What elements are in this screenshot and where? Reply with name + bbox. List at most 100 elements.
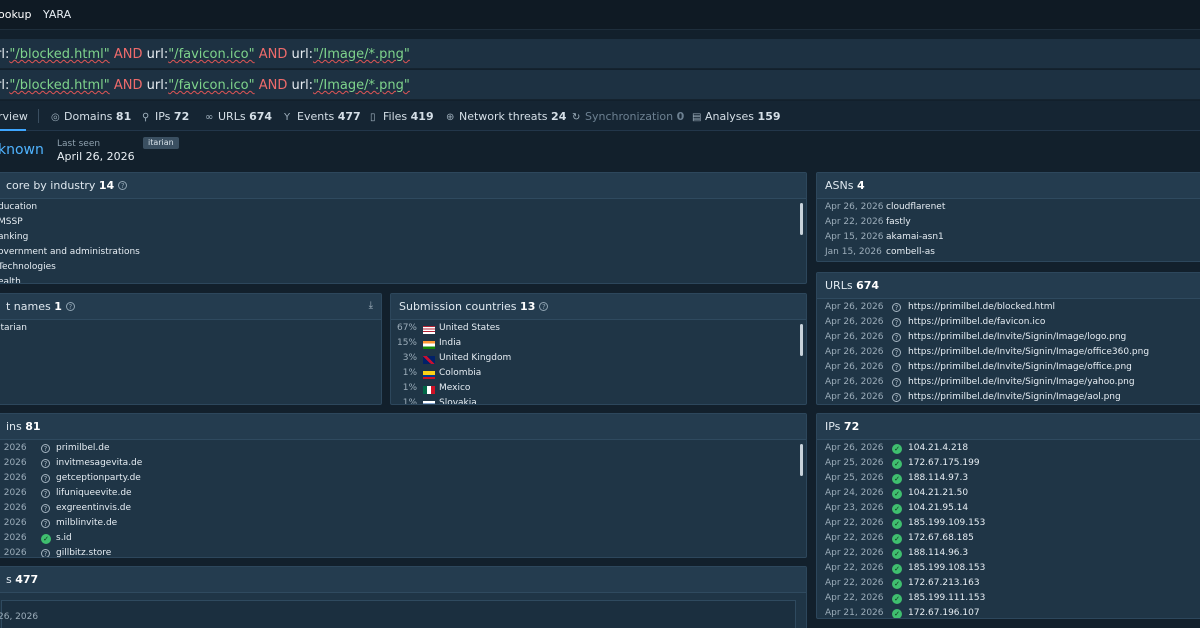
domains-count: 81 bbox=[25, 420, 41, 433]
unknown-status-icon: ? bbox=[41, 459, 50, 468]
names-title: t names bbox=[6, 300, 51, 313]
tab-analyses-label: Analyses bbox=[705, 110, 755, 123]
country-percent: 1% bbox=[402, 398, 417, 405]
events-count: 477 bbox=[15, 573, 39, 586]
query-value: "/blocked.html" bbox=[9, 78, 110, 93]
events-list: 26, 2026 bbox=[0, 594, 806, 628]
tab-overview-label: rview bbox=[0, 110, 28, 123]
urls-panel: URLs 674 Apr 26, 2026? https://primilbel.… bbox=[816, 272, 1200, 405]
tab-files[interactable]: ▯ Files 419 bbox=[370, 110, 434, 123]
query-field: "/favicon.ico" bbox=[168, 78, 255, 93]
url-value: https://primilbel.de/Invite/Signin/Image… bbox=[908, 362, 1132, 372]
domain-date: , 2026 bbox=[0, 503, 27, 513]
event-date: 26, 2026 bbox=[0, 612, 39, 622]
tab-lookup[interactable]: ookup bbox=[0, 8, 31, 21]
tab-ips[interactable]: ⚲ IPs 72 bbox=[142, 110, 189, 123]
domain-date: , 2026 bbox=[0, 548, 27, 558]
countries-title: Submission countries bbox=[399, 300, 517, 313]
industry-name: ealth bbox=[0, 277, 21, 284]
asns-title: ASNs bbox=[825, 179, 854, 192]
download-icon[interactable]: ⤓ bbox=[369, 300, 373, 311]
unknown-status-icon: ? bbox=[41, 444, 50, 453]
tab-overview[interactable]: rview bbox=[0, 110, 28, 123]
check-icon: ✓ bbox=[892, 579, 902, 589]
country-percent: 1% bbox=[402, 383, 417, 393]
query-text[interactable]: rl:"/blocked.html" AND url:"/favicon.ico… bbox=[0, 47, 410, 62]
tab-ips-count: 72 bbox=[173, 110, 190, 123]
asn-name: akamai-asn1 bbox=[886, 232, 944, 242]
industry-name: MSSP bbox=[0, 217, 23, 227]
country-name: Slovakia bbox=[439, 398, 477, 405]
asn-date: Apr 15, 2026 bbox=[825, 232, 884, 242]
ips-count: 72 bbox=[843, 420, 860, 433]
industry-name: Technologies bbox=[0, 262, 56, 272]
tab-yara[interactable]: YARA bbox=[43, 8, 71, 21]
ip-address: 188.114.96.3 bbox=[908, 548, 969, 558]
url-value: https://primilbel.de/Invite/Signin/Image… bbox=[908, 377, 1135, 387]
tab-analyses[interactable]: ▤ Analyses 159 bbox=[692, 110, 781, 123]
check-icon: ✓ bbox=[892, 609, 902, 618]
ip-address: 172.67.196.107 bbox=[908, 608, 980, 618]
ip-date: Apr 22, 2026 bbox=[825, 593, 884, 603]
industry-header: core by industry 14? bbox=[0, 173, 806, 199]
url-value: https://primilbel.de/blocked.html bbox=[908, 302, 1056, 312]
sync-icon: ↻ bbox=[572, 112, 581, 123]
tab-files-count: 419 bbox=[410, 110, 434, 123]
query-value: url: bbox=[146, 78, 169, 93]
tab-network-threats[interactable]: ⊕ Network threats 24 bbox=[446, 110, 566, 123]
tab-events[interactable]: Y Events 477 bbox=[284, 110, 361, 123]
help-icon[interactable]: ? bbox=[539, 302, 549, 311]
branch-icon: Y bbox=[284, 112, 291, 123]
ip-address: 104.21.4.218 bbox=[908, 443, 969, 453]
query-text-echo[interactable]: rl:"/blocked.html" AND url:"/favicon.ico… bbox=[0, 78, 410, 93]
countries-panel: Submission countries 13? 67% United State… bbox=[390, 293, 807, 405]
unknown-status-icon: ? bbox=[41, 519, 50, 528]
scrollbar[interactable] bbox=[800, 444, 803, 476]
check-icon: ✓ bbox=[892, 459, 902, 469]
link-icon: ∞ bbox=[205, 112, 214, 123]
events-subpanel bbox=[1, 600, 796, 628]
tag-badge[interactable]: itarian bbox=[143, 137, 179, 149]
query-operator: AND bbox=[109, 47, 147, 62]
domain-name: exgreentinvis.de bbox=[56, 503, 132, 513]
country-percent: 15% bbox=[396, 338, 417, 348]
tab-separator bbox=[38, 109, 39, 123]
asn-name: cloudflarenet bbox=[886, 202, 946, 212]
events-panel: s 477 26, 2026 bbox=[0, 566, 807, 628]
unknown-status-icon: ? bbox=[892, 393, 901, 402]
ip-date: Apr 26, 2026 bbox=[825, 443, 884, 453]
query-input[interactable]: rl:"/blocked.html" AND url:"/favicon.ico… bbox=[0, 39, 1200, 69]
help-icon[interactable]: ? bbox=[65, 302, 75, 311]
scrollbar[interactable] bbox=[800, 203, 803, 235]
flag-icon bbox=[423, 386, 435, 394]
domains-panel: ins 81 , 2026? primilbel.de , 2026? invitme… bbox=[0, 413, 807, 558]
query-value: "/Image/*.png" bbox=[313, 47, 410, 62]
flag-icon bbox=[423, 371, 435, 379]
query-input-echo[interactable]: rl:"/blocked.html" AND url:"/favicon.ico… bbox=[0, 70, 1200, 100]
domain-date: , 2026 bbox=[0, 443, 27, 453]
countries-header: Submission countries 13? bbox=[391, 294, 806, 320]
help-icon[interactable]: ? bbox=[118, 181, 128, 190]
tab-synchronization[interactable]: ↻ Synchronization 0 bbox=[572, 110, 684, 123]
query-operator: AND bbox=[109, 78, 147, 93]
ips-panel: IPs 72 Apr 26, 2026 ✓ 104.21.4.218 Apr 25, … bbox=[816, 413, 1200, 619]
asn-name: fastly bbox=[886, 217, 911, 227]
network-icon: ⊕ bbox=[446, 112, 455, 123]
events-title: s bbox=[6, 573, 12, 586]
unknown-status-icon: ? bbox=[41, 474, 50, 483]
domains-header: ins 81 bbox=[0, 414, 806, 440]
url-value: https://primilbel.de/Invite/Signin/Image… bbox=[908, 347, 1150, 357]
url-value: https://primilbel.de/Invite/Signin/Image… bbox=[908, 332, 1127, 342]
unknown-status-icon: ? bbox=[41, 549, 50, 557]
domain-name: gillbitz.store bbox=[56, 548, 112, 558]
domain-date: , 2026 bbox=[0, 488, 27, 498]
scrollbar[interactable] bbox=[800, 324, 803, 356]
tab-sync-count: 0 bbox=[676, 110, 685, 123]
tab-urls[interactable]: ∞ URLs 674 bbox=[205, 110, 272, 123]
country-name: Mexico bbox=[439, 383, 471, 393]
unknown-status-icon: ? bbox=[41, 504, 50, 513]
unknown-status-icon: ? bbox=[892, 348, 901, 357]
ip-date: Apr 24, 2026 bbox=[825, 488, 884, 498]
ip-address: 104.21.95.14 bbox=[908, 503, 969, 513]
tab-domains[interactable]: ◎ Domains 81 bbox=[51, 110, 131, 123]
